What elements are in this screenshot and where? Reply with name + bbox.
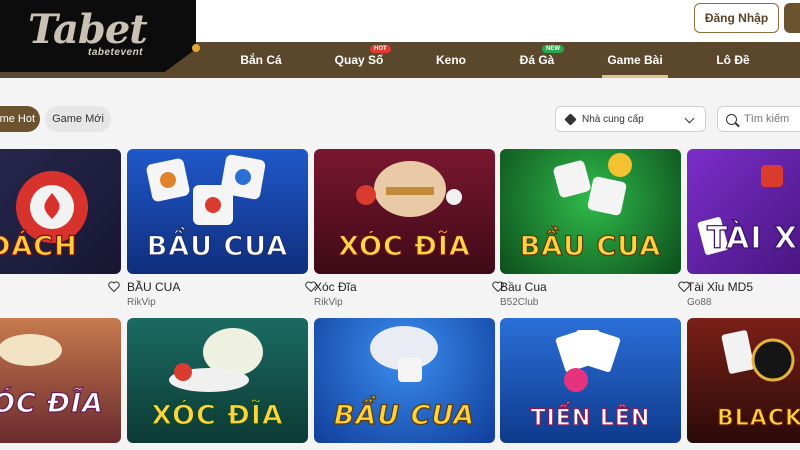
logo-dot bbox=[192, 44, 200, 52]
game-art-title: BLACKJA bbox=[716, 405, 800, 431]
chip-game-hot[interactable]: Game Hot bbox=[0, 106, 40, 132]
game-provider: RikVip bbox=[127, 297, 156, 308]
nav-label: Game Bài bbox=[607, 53, 663, 67]
game-card-xoc-dia-2[interactable]: XÓC ĐĨA bbox=[127, 318, 308, 443]
game-name: Xóc Đĩa bbox=[314, 280, 357, 294]
register-button[interactable] bbox=[784, 3, 800, 33]
search-icon bbox=[726, 113, 737, 125]
game-card-bau-cua-2[interactable]: BẦU CUA bbox=[314, 318, 495, 443]
game-thumbnail[interactable]: BLACKJA bbox=[687, 318, 800, 443]
search-input[interactable]: Tìm kiếm bbox=[717, 106, 800, 132]
game-provider: B52Club bbox=[500, 297, 539, 308]
nav-item-ban-ca[interactable]: Bắn Cá bbox=[232, 42, 290, 78]
game-art-title: BẦU CUA bbox=[333, 399, 476, 431]
game-thumbnail[interactable]: BẦU CUA bbox=[127, 149, 308, 274]
game-card-bau-cua-rikvip[interactable]: BẦU CUA BẦU CUA RikVip bbox=[108, 149, 317, 308]
nav-item-quay-so[interactable]: Quay Số HOT bbox=[330, 42, 391, 78]
provider-label: Nhà cung cấp bbox=[582, 113, 644, 125]
nav-label: Bắn Cá bbox=[240, 53, 282, 67]
game-provider: RikVip bbox=[314, 297, 343, 308]
game-thumbnail[interactable]: ÓC ĐĨA bbox=[0, 318, 121, 443]
login-button[interactable]: Đăng Nhập bbox=[694, 3, 779, 33]
game-art-title: XÓC ĐĨA bbox=[338, 230, 471, 262]
logo-subtext: tabetevent bbox=[88, 47, 144, 58]
nav-item-da-ga[interactable]: Đá Gà NEW bbox=[512, 42, 564, 78]
game-name: Tài Xỉu MD5 bbox=[687, 280, 754, 294]
game-card-blackjack[interactable]: BLACKJA bbox=[687, 318, 800, 443]
logo-text: Tabet bbox=[28, 6, 148, 53]
game-name: BẦU CUA bbox=[127, 280, 181, 294]
game-card-xoc-dia-left[interactable]: ÓC ĐĨA bbox=[0, 318, 121, 443]
game-art-title: XÓC ĐĨA bbox=[151, 399, 284, 431]
new-badge: NEW bbox=[542, 45, 564, 53]
chip-game-moi[interactable]: Game Mới bbox=[45, 106, 111, 132]
game-thumbnail[interactable]: DÁCH bbox=[0, 149, 121, 274]
nav-label: Đá Gà bbox=[519, 53, 555, 67]
cube-icon bbox=[564, 112, 577, 126]
search-placeholder: Tìm kiếm bbox=[744, 113, 790, 125]
nav-label: Keno bbox=[436, 53, 466, 67]
hot-badge: HOT bbox=[370, 45, 391, 53]
nav-item-keno[interactable]: Keno bbox=[428, 42, 474, 78]
game-card-xi-dach[interactable]: DÁCH bbox=[0, 149, 121, 274]
game-art-title: TÀI X MD bbox=[706, 220, 800, 256]
chevron-down-icon bbox=[684, 113, 695, 124]
game-thumbnail[interactable]: XÓC ĐĨA bbox=[127, 318, 308, 443]
provider-select[interactable]: Nhà cung cấp bbox=[555, 106, 706, 132]
nav-item-lo-de[interactable]: Lô Đề bbox=[708, 42, 758, 78]
game-card-xoc-dia-rikvip[interactable]: XÓC ĐĨA Xóc Đĩa RikVip bbox=[314, 149, 504, 308]
page: Đăng Nhập Tabet tabetevent Bắn Cá Quay S… bbox=[0, 0, 800, 450]
bowl-art-icon bbox=[0, 334, 62, 366]
game-art-title: TIẾN LÊN bbox=[530, 405, 651, 431]
game-card-bau-cua-b52[interactable]: BẦU CUA Bầu Cua B52Club bbox=[500, 149, 690, 308]
game-thumbnail[interactable]: BẦU CUA bbox=[500, 149, 681, 274]
game-art-title: BẦU CUA bbox=[519, 230, 662, 262]
game-name: Bầu Cua bbox=[500, 280, 547, 294]
game-card-tai-xiu-md5[interactable]: TÀI X MD Tài Xỉu MD5 Go88 bbox=[687, 149, 800, 308]
nav-item-game-bai[interactable]: Game Bài bbox=[602, 42, 668, 78]
nav-label: Quay Số bbox=[334, 53, 384, 67]
game-thumbnail[interactable]: TIẾN LÊN bbox=[500, 318, 681, 443]
game-thumbnail[interactable]: BẦU CUA bbox=[314, 318, 495, 443]
brand-logo[interactable]: Tabet tabetevent bbox=[0, 0, 196, 72]
game-art-title: ÓC ĐĨA bbox=[0, 387, 104, 419]
game-thumbnail[interactable]: TÀI X MD bbox=[687, 149, 800, 274]
game-provider: Go88 bbox=[687, 297, 712, 308]
game-thumbnail[interactable]: XÓC ĐĨA bbox=[314, 149, 495, 274]
game-art-title: BẦU CUA bbox=[146, 230, 289, 262]
game-art-title: DÁCH bbox=[0, 230, 78, 262]
game-card-tien-len[interactable]: TIẾN LÊN bbox=[500, 318, 681, 443]
nav-label: Lô Đề bbox=[716, 53, 750, 67]
heart-icon[interactable] bbox=[108, 281, 120, 292]
